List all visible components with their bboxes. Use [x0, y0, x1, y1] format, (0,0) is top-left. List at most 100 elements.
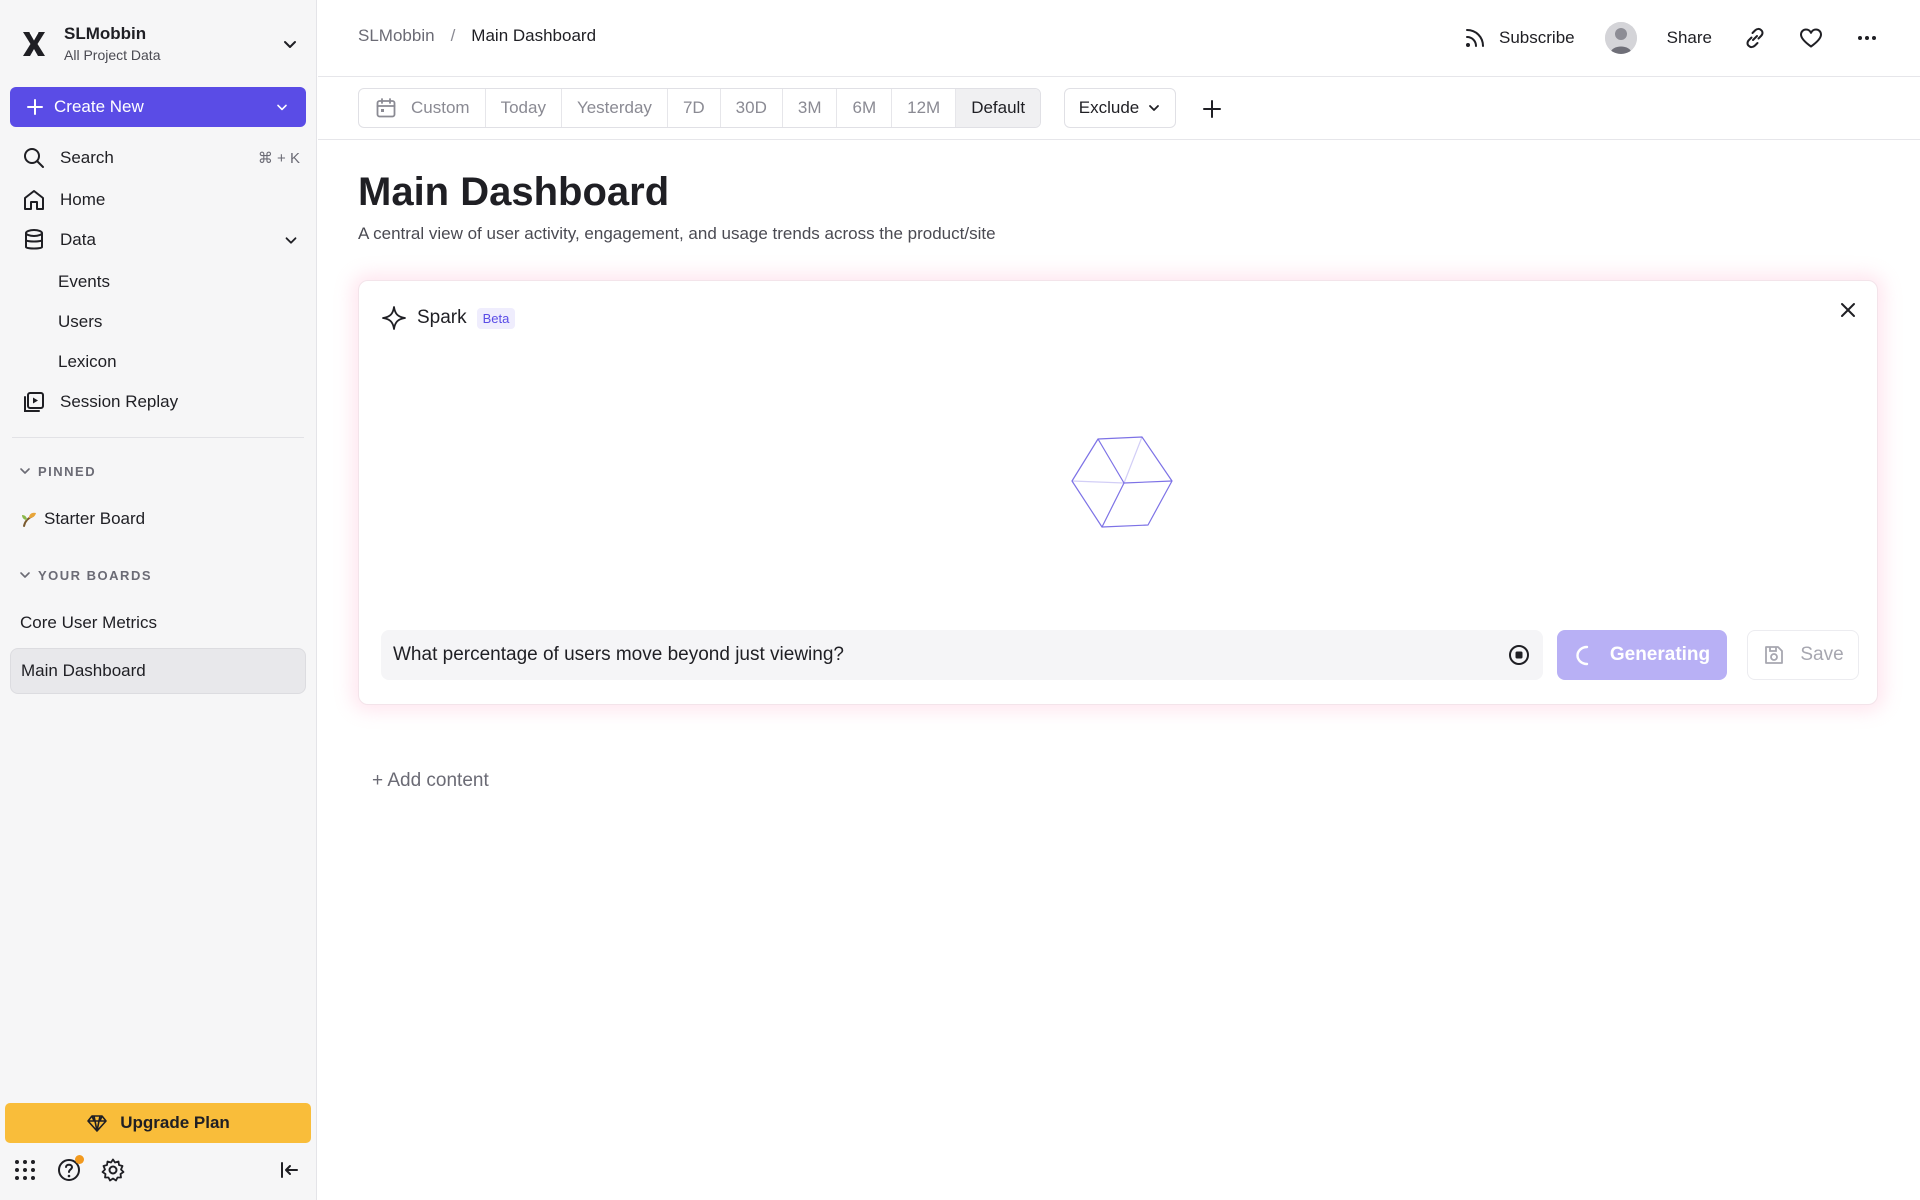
sidebar-item-lexicon[interactable]: Lexicon: [58, 347, 117, 377]
date-range-label: Custom: [411, 98, 470, 117]
spark-prompt-text: What percentage of users move beyond jus…: [393, 644, 844, 665]
generating-button[interactable]: Generating: [1557, 630, 1727, 680]
close-icon[interactable]: [1837, 299, 1859, 321]
workspace-subtitle: All Project Data: [64, 47, 161, 63]
your-boards-section-toggle[interactable]: YOUR BOARDS: [18, 565, 152, 585]
apps-grid-icon[interactable]: [12, 1157, 38, 1183]
add-content-button[interactable]: + Add content: [372, 770, 489, 792]
upgrade-plan-button[interactable]: Upgrade Plan: [5, 1103, 311, 1143]
spark-prompt-input[interactable]: What percentage of users move beyond jus…: [381, 630, 1543, 680]
user-avatar-icon: [1604, 22, 1637, 54]
sidebar-item-home[interactable]: Home: [22, 184, 300, 216]
page-description: A central view of user activity, engagem…: [358, 224, 996, 243]
search-shortcut: ⌘ + K: [257, 150, 300, 167]
chevron-down-icon[interactable]: [282, 231, 300, 249]
date-range-selector: Custom Today Yesterday 7D 30D 3M 6M 12M …: [358, 88, 1042, 128]
date-range-today[interactable]: Today: [486, 89, 562, 127]
beta-badge: Beta: [476, 307, 516, 329]
pinned-item-label: Starter Board: [44, 509, 146, 528]
help-button[interactable]: [56, 1155, 84, 1183]
top-actions: Subscribe Share: [1463, 18, 1880, 58]
exclude-dropdown[interactable]: Exclude: [1064, 88, 1176, 128]
chevron-down-icon: [277, 104, 287, 111]
date-range-3m[interactable]: 3M: [783, 89, 838, 127]
spinner-icon: [1576, 645, 1589, 666]
filter-toolbar: Custom Today Yesterday 7D 30D 3M 6M 12M …: [318, 78, 1920, 140]
chevron-down-icon: [20, 572, 30, 578]
workspace-name: SLMobbin: [64, 24, 147, 43]
heart-icon[interactable]: [1798, 25, 1824, 51]
stop-icon[interactable]: [1507, 643, 1531, 667]
breadcrumb: SLMobbin / Main Dashboard: [358, 26, 596, 46]
date-range-default[interactable]: Default: [956, 89, 1041, 127]
your-boards-heading: YOUR BOARDS: [38, 567, 153, 583]
breadcrumb-current: Main Dashboard: [471, 26, 597, 45]
workspace-switcher[interactable]: SLMobbin All Project Data: [18, 20, 300, 68]
home-icon: [24, 190, 44, 210]
subscribe-button[interactable]: Subscribe: [1463, 26, 1575, 50]
chevron-down-icon: [20, 468, 30, 474]
save-label: Save: [1800, 644, 1844, 665]
date-range-7d[interactable]: 7D: [668, 89, 721, 127]
more-horizontal-icon[interactable]: [1854, 25, 1880, 51]
sidebar-divider: [12, 437, 304, 438]
sidebar-item-users[interactable]: Users: [58, 307, 102, 337]
sprout-icon: [22, 512, 36, 527]
collapse-sidebar-icon[interactable]: [276, 1157, 302, 1183]
diamond-icon: [87, 1115, 108, 1132]
page-title: Main Dashboard: [358, 170, 670, 214]
link-icon[interactable]: [1742, 25, 1768, 51]
sidebar-item-search[interactable]: Search ⌘ + K: [22, 142, 300, 174]
chevron-down-icon: [1149, 105, 1160, 111]
sparkle-icon: [382, 306, 406, 330]
date-range-30d[interactable]: 30D: [721, 89, 783, 127]
spark-header: Spark Beta: [381, 303, 516, 333]
sidebar-item-data[interactable]: Data: [22, 224, 300, 256]
sidebar: SLMobbin All Project Data Create New Sea…: [0, 0, 317, 1200]
create-new-button[interactable]: Create New: [10, 87, 306, 127]
play-window-icon: [24, 392, 44, 412]
breadcrumb-root-link[interactable]: SLMobbin: [358, 26, 435, 46]
sidebar-item-session-replay[interactable]: Session Replay: [22, 386, 300, 418]
create-new-label: Create New: [54, 97, 144, 116]
share-button[interactable]: Share: [1667, 28, 1712, 48]
breadcrumb-separator: /: [450, 26, 456, 45]
sidebar-item-label: Search: [60, 148, 114, 167]
date-range-6m[interactable]: 6M: [837, 89, 893, 127]
sidebar-item-label: Data: [60, 230, 96, 249]
spark-title: Spark: [417, 307, 467, 328]
gear-icon[interactable]: [100, 1157, 126, 1183]
sidebar-footer: [12, 1155, 302, 1185]
exclude-label: Exclude: [1078, 98, 1140, 117]
pinned-item-starter-board[interactable]: Starter Board: [10, 496, 306, 542]
board-item-main-dashboard[interactable]: Main Dashboard: [10, 648, 306, 694]
save-icon: [1765, 646, 1784, 664]
date-range-yesterday[interactable]: Yesterday: [562, 89, 668, 127]
top-bar: SLMobbin / Main Dashboard Subscribe Shar…: [318, 0, 1920, 77]
sidebar-item-label: Session Replay: [60, 392, 179, 411]
calendar-icon: [376, 98, 396, 118]
sidebar-item-events[interactable]: Events: [58, 267, 110, 297]
sidebar-item-label: Home: [60, 190, 106, 209]
plus-icon: [27, 99, 43, 115]
date-range-12m[interactable]: 12M: [892, 89, 957, 127]
board-item-core-user-metrics[interactable]: Core User Metrics: [10, 600, 306, 646]
notification-dot: [75, 1155, 84, 1164]
pinned-heading: PINNED: [38, 463, 97, 479]
chevron-down-icon: [284, 41, 296, 48]
add-filter-plus-icon[interactable]: [1200, 97, 1224, 121]
workspace-names: SLMobbin All Project Data: [64, 23, 280, 65]
loading-cube-icon: [1071, 436, 1173, 528]
pinned-section-toggle[interactable]: PINNED: [18, 461, 96, 481]
spark-panel: Spark Beta What percentage of users move…: [358, 280, 1878, 705]
save-button[interactable]: Save: [1747, 630, 1859, 680]
database-icon: [25, 229, 43, 250]
mixpanel-logo-icon: [23, 31, 45, 56]
subscribe-label: Subscribe: [1499, 28, 1575, 47]
search-icon: [24, 148, 44, 168]
avatar[interactable]: [1604, 22, 1637, 54]
generating-label: Generating: [1609, 644, 1711, 665]
upgrade-plan-label: Upgrade Plan: [120, 1113, 230, 1132]
date-range-custom[interactable]: Custom: [359, 89, 486, 127]
rss-icon: [1466, 29, 1485, 47]
